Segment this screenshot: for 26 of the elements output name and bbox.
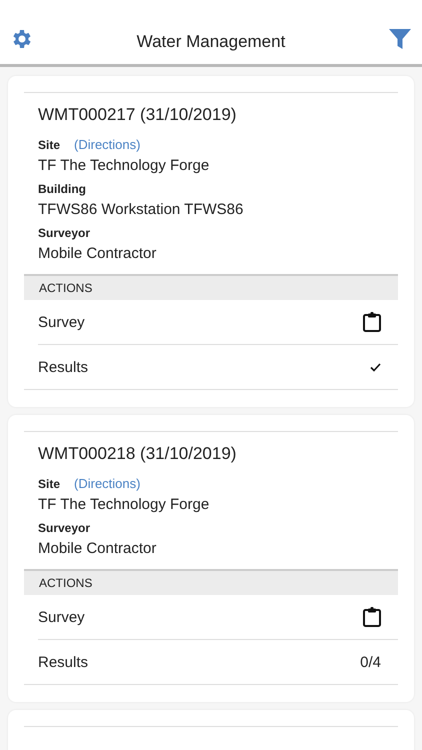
record-title: WMT000217 (31/10/2019) [37,104,238,126]
directions-link[interactable]: (Directions) [74,476,140,491]
results-count: 0/4 [360,654,381,670]
action-item[interactable]: Results 0/4 [24,640,398,685]
field-value: TF The Technology Forge [38,496,210,513]
clipboard-icon [363,312,381,332]
screen-title: Water Management [136,32,286,52]
field-label: Surveyor [38,521,90,535]
action-item[interactable]: Survey [38,300,398,345]
field-value: TFWS86 Workstation TFWS86 [38,201,244,218]
field-label: Building [38,182,86,196]
section-header: ACTIONS [24,274,398,300]
record-title: WMT000218 (31/10/2019) [37,443,238,465]
checkmark-icon [370,362,381,372]
field-value: TF The Technology Forge [38,157,210,174]
field-label: Site [38,138,60,152]
action-item[interactable]: Survey [38,595,398,640]
field-value: Mobile Contractor [38,540,158,557]
filter-icon[interactable] [388,27,412,51]
section-header: ACTIONS [24,569,398,595]
clipboard-icon [363,607,381,627]
field-label: Surveyor [38,226,90,240]
action-item[interactable]: Results [24,345,398,390]
field-label: Site [38,477,60,491]
directions-link[interactable]: (Directions) [74,137,140,152]
field-value: Mobile Contractor [38,245,158,262]
